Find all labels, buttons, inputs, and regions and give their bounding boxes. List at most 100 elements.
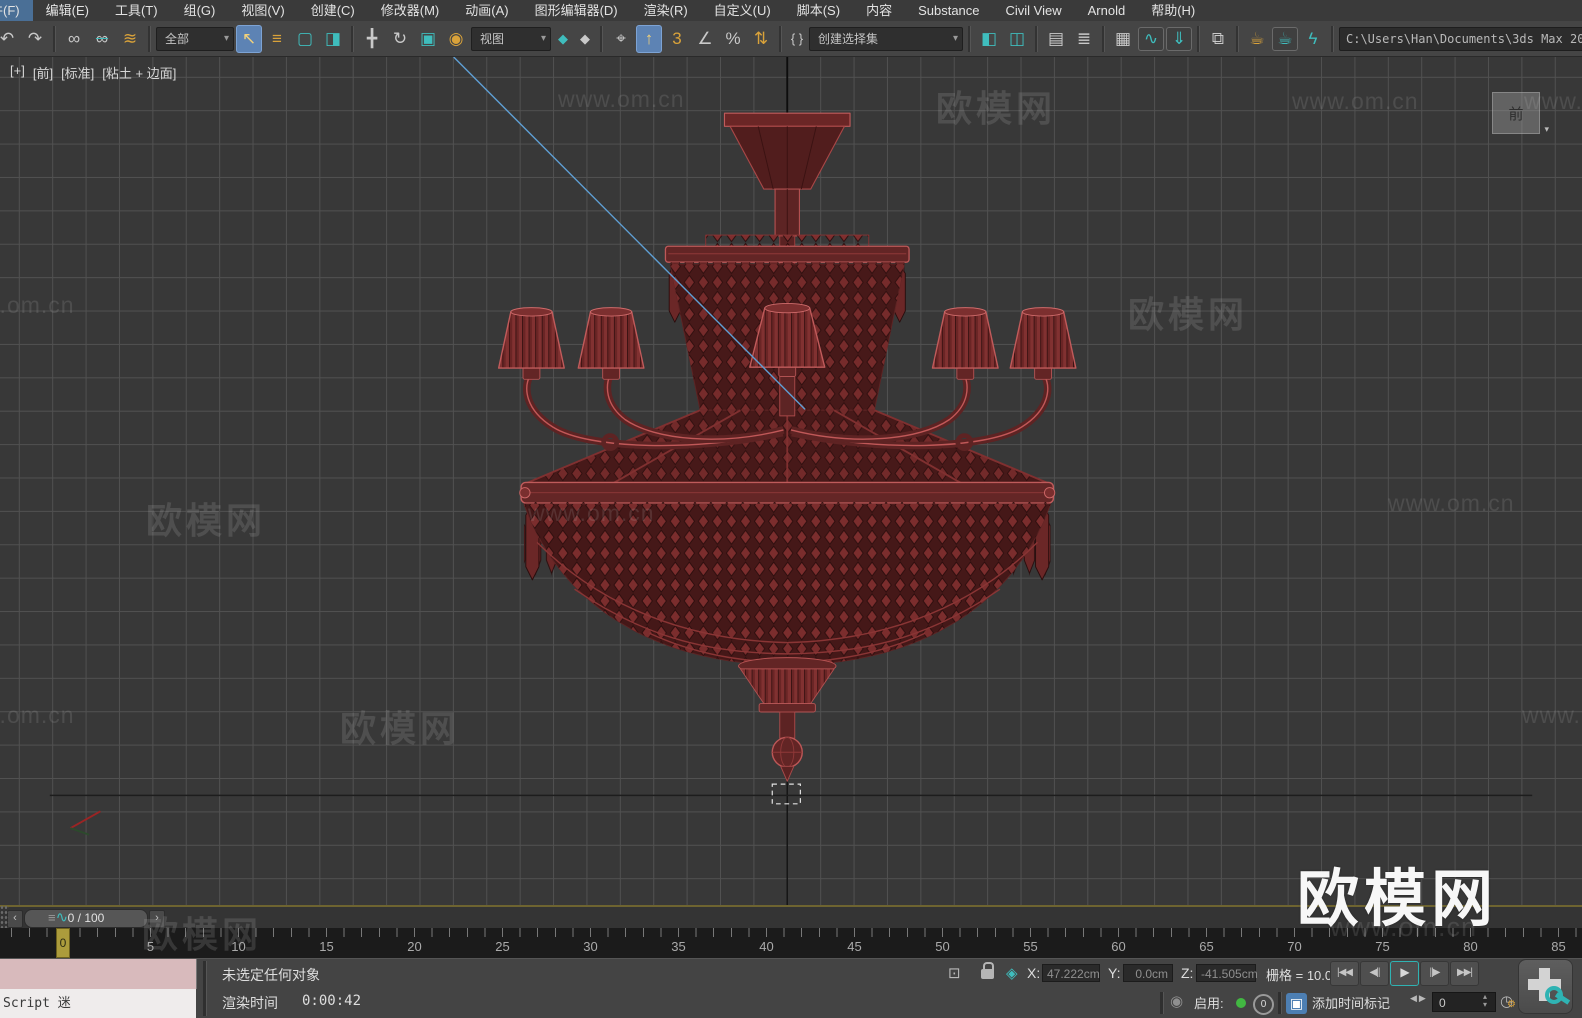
layer-explorer-icon[interactable]: ≣ (1071, 25, 1097, 53)
align-icon[interactable]: ◫ (1004, 25, 1030, 53)
menu-item-2[interactable]: 工具(T) (102, 0, 171, 21)
maxscript-mini-listener[interactable]: Script 迷 (0, 989, 196, 1018)
reference-coordinate-dropdown[interactable]: 视图 ▾ (471, 26, 551, 51)
isolate-selection-icon[interactable]: ⊡ (948, 964, 961, 982)
ruler-label-80: 80 (1463, 939, 1478, 954)
play-button[interactable]: ▶ (1390, 961, 1419, 986)
ribbon-toggle-icon[interactable]: ▦ (1110, 25, 1136, 53)
menu-item-3[interactable]: 组(G) (171, 0, 229, 21)
time-tag-cube-icon[interactable]: ▣ (1286, 993, 1307, 1014)
menu-item-11[interactable]: 脚本(S) (784, 0, 853, 21)
viewcube-menu-arrow[interactable]: ▾ (1544, 124, 1549, 135)
unlink-selection-icon[interactable]: ∞ (89, 25, 115, 53)
previous-frame-button[interactable]: ‹ (7, 910, 23, 928)
material-editor-icon[interactable]: ☕ (1244, 25, 1270, 53)
go-to-end-button[interactable]: ▶▶| (1450, 961, 1479, 986)
menu-item-8[interactable]: 图形编辑器(D) (522, 0, 631, 21)
toolbar-divider (779, 25, 782, 52)
rectangular-selection-region-icon[interactable]: ▢ (292, 25, 318, 53)
viewport-label: [+] [前] [标准] [粘土 + 边面] (10, 63, 176, 82)
x-coordinate-field[interactable]: 47.222cm (1042, 964, 1100, 982)
z-coordinate-field[interactable]: -41.505cm (1196, 964, 1258, 982)
select-and-move-icon[interactable]: ╋ (359, 25, 385, 53)
menu-item-9[interactable]: 渲染(R) (631, 0, 701, 21)
select-object-icon[interactable]: ↖ (236, 24, 262, 53)
create-key-button[interactable] (1518, 959, 1573, 1014)
menu-item-14[interactable]: Civil View (993, 0, 1075, 21)
next-frame-button[interactable]: › (149, 910, 165, 928)
add-time-tag-label[interactable]: 添加时间标记 (1312, 993, 1390, 1012)
ruler-label-55: 55 (1023, 939, 1038, 954)
viewport-menu-view[interactable]: [前] (33, 63, 53, 82)
shield-icon[interactable]: ◉ (1170, 992, 1183, 1010)
menu-item-1[interactable]: 编辑(E) (33, 0, 102, 21)
chandelier-model (497, 57, 1077, 782)
menu-item-10[interactable]: 自定义(U) (701, 0, 784, 21)
go-to-start-button[interactable]: |◀◀ (1330, 961, 1359, 986)
mini-curve-editor-toggle[interactable]: ≡∿ (48, 908, 68, 926)
render-production-icon[interactable]: ϟ (1300, 25, 1326, 53)
viewport-menu-standard[interactable]: [标准] (61, 63, 94, 82)
maxscript-macro-recorder[interactable] (0, 959, 197, 989)
y-label: Y: (1108, 965, 1121, 981)
select-by-name-icon[interactable]: ≡ (264, 25, 290, 53)
viewport-menu-plus[interactable]: [+] (10, 63, 25, 82)
viewport-menu-shading[interactable]: [粘土 + 边面] (102, 63, 176, 82)
select-and-scale-icon[interactable]: ▣ (415, 25, 441, 53)
render-setup-icon[interactable]: ☕ (1272, 26, 1298, 51)
toolbar-divider (53, 25, 56, 52)
use-pivot-center-icon[interactable]: ◆ (553, 25, 573, 53)
menu-item-4[interactable]: 视图(V) (228, 0, 297, 21)
time-marker[interactable]: 0 (56, 928, 70, 958)
dope-sheet-icon[interactable]: ⇓ (1166, 26, 1192, 51)
menu-item-13[interactable]: Substance (905, 0, 992, 21)
redo-icon[interactable]: ↷ (22, 25, 48, 53)
select-and-rotate-icon[interactable]: ↻ (387, 25, 413, 53)
menu-item-6[interactable]: 修改器(M) (368, 0, 453, 21)
edit-named-selection-sets-icon[interactable]: { } (787, 25, 807, 53)
zero-weight-button[interactable]: 0 (1253, 994, 1274, 1015)
time-slider[interactable]: 0 / 100 (24, 909, 148, 928)
timeline-ruler[interactable]: 0 0510152025303540455055606570758085 (0, 928, 1582, 958)
render-time-value: 0:00:42 (302, 993, 362, 1009)
window-crossing-icon[interactable]: ◨ (320, 25, 346, 53)
snap-cross-icon[interactable]: ⌖ (608, 25, 634, 53)
named-selection-sets-dropdown[interactable]: 创建选择集 ▾ (809, 26, 963, 51)
viewport-front[interactable]: [+] [前] [标准] [粘土 + 边面] 前 ▾ (0, 57, 1582, 905)
angle-snap-icon[interactable]: ∠ (692, 25, 718, 53)
mirror-icon[interactable]: ◧ (976, 25, 1002, 53)
spinner-down-icon[interactable]: ▾ (1483, 1001, 1487, 1009)
scene-explorer-icon[interactable]: ▤ (1043, 25, 1069, 53)
use-selection-center-icon[interactable]: ◆ (575, 25, 595, 53)
frame-step-arrows[interactable]: ◀▶ (1410, 993, 1428, 1004)
menu-item-12[interactable]: 内容 (853, 0, 905, 21)
percent-snap-icon[interactable]: % (720, 25, 746, 53)
undo-icon[interactable]: ↶ (0, 25, 20, 53)
menu-item-5[interactable]: 创建(C) (298, 0, 368, 21)
project-folder-field[interactable]: C:\Users\Han\Documents\3ds Max 2022▾ (1339, 26, 1582, 51)
select-and-place-icon[interactable]: ◉ (443, 25, 469, 53)
toolbar-divider (1102, 25, 1105, 52)
previous-key-button[interactable]: ◀|| (1360, 961, 1389, 986)
selection-filter-dropdown[interactable]: 全部 ▾ (156, 26, 234, 51)
frame-spinner[interactable]: ▴ ▾ (1483, 993, 1487, 1009)
menu-item-15[interactable]: Arnold (1075, 0, 1139, 21)
menu-item-16[interactable]: 帮助(H) (1138, 0, 1208, 21)
next-key-button[interactable]: ||▶ (1420, 961, 1449, 986)
curve-wave-icon: ∿ (55, 909, 69, 926)
select-and-manipulate-icon[interactable]: ↑ (636, 24, 662, 53)
menu-item-7[interactable]: 动画(A) (452, 0, 521, 21)
selection-filter-dropdown-label: 全部 (165, 32, 190, 46)
select-and-link-icon[interactable]: ∞ (61, 25, 87, 53)
spinner-snap-icon[interactable]: ⇅ (748, 25, 774, 53)
viewcube[interactable]: 前 ▾ (1492, 92, 1549, 134)
time-configuration-icon[interactable]: ◷ ⚙ (1500, 992, 1516, 1010)
menu-item-0[interactable]: 文件(F) (0, 0, 33, 21)
bind-to-space-warp-icon[interactable]: ≋ (117, 25, 143, 53)
curve-editor-icon[interactable]: ∿ (1138, 26, 1164, 51)
selection-lock-icon[interactable] (981, 962, 994, 979)
schematic-view-icon[interactable]: ⧉ (1205, 25, 1231, 53)
y-coordinate-field[interactable]: 0.0cm (1123, 964, 1173, 982)
snaps-toggle-3d-icon[interactable]: 3 (664, 25, 690, 53)
transform-gizmo-icon[interactable]: ◈ (1006, 964, 1018, 982)
